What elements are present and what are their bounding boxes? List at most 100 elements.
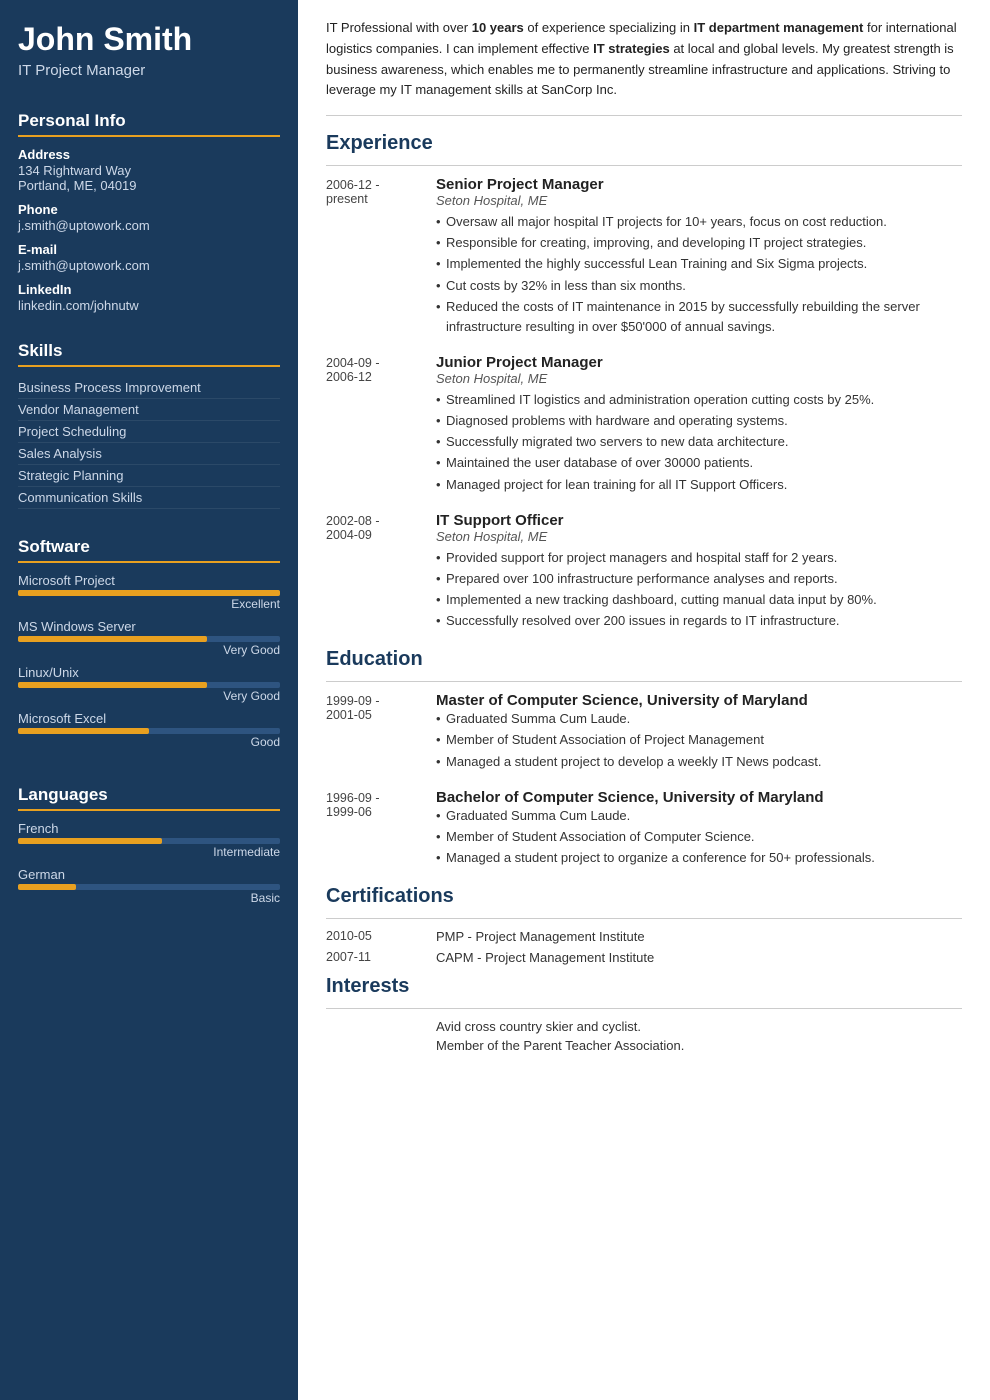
skill-item: Strategic Planning — [18, 465, 280, 487]
software-name: Microsoft Excel — [18, 711, 280, 726]
software-item-mswindows: MS Windows Server Very Good — [18, 619, 280, 657]
education-entry-2: 1996-09 -1999-06 Bachelor of Computer Sc… — [326, 789, 962, 869]
interests-divider — [326, 1008, 962, 1009]
bullet: Graduated Summa Cum Laude. — [436, 806, 962, 826]
phone-label: Phone — [18, 202, 280, 217]
bar-label: Excellent — [18, 597, 280, 611]
bar-fill — [18, 884, 76, 890]
bullet: Implemented the highly successful Lean T… — [436, 254, 962, 274]
entry-bullets: Graduated Summa Cum Laude. Member of Stu… — [436, 709, 962, 771]
experience-title: Experience — [326, 132, 962, 155]
bullet: Reduced the costs of IT maintenance in 2… — [436, 297, 962, 337]
skill-item: Vendor Management — [18, 399, 280, 421]
bar-label: Intermediate — [18, 845, 280, 859]
email-field: E-mail j.smith@uptowork.com — [18, 242, 280, 273]
bar-fill — [18, 728, 149, 734]
email-label: E-mail — [18, 242, 280, 257]
bullet: Implemented a new tracking dashboard, cu… — [436, 590, 962, 610]
bar-fill — [18, 636, 207, 642]
entry-title: Junior Project Manager — [436, 354, 962, 371]
certifications-title: Certifications — [326, 885, 962, 908]
software-section: Software Microsoft Project Excellent MS … — [0, 537, 298, 771]
linkedin-value: linkedin.com/johnutw — [18, 298, 280, 313]
skills-section: Skills Business Process Improvement Vend… — [0, 341, 298, 523]
bullet: Managed project for lean training for al… — [436, 475, 962, 495]
education-section: Education 1999-09 -2001-05 Master of Com… — [326, 648, 962, 869]
bar-fill — [18, 838, 162, 844]
certifications-section: Certifications 2010-05 PMP - Project Man… — [326, 885, 962, 965]
email-value: j.smith@uptowork.com — [18, 258, 280, 273]
entry-date: 2002-08 -2004-09 — [326, 512, 436, 633]
entry-bullets: Graduated Summa Cum Laude. Member of Stu… — [436, 806, 962, 868]
entry-date: 1996-09 -1999-06 — [326, 789, 436, 869]
skill-item: Project Scheduling — [18, 421, 280, 443]
entry-bullets: Streamlined IT logistics and administrat… — [436, 390, 962, 495]
bullet: Successfully resolved over 200 issues in… — [436, 611, 962, 631]
software-name: MS Windows Server — [18, 619, 280, 634]
entry-title: Master of Computer Science, University o… — [436, 692, 962, 709]
bullet: Responsible for creating, improving, and… — [436, 233, 962, 253]
bar-fill — [18, 682, 207, 688]
entry-bullets: Oversaw all major hospital IT projects f… — [436, 212, 962, 337]
bullet: Managed a student project to organize a … — [436, 848, 962, 868]
bullet: Maintained the user database of over 300… — [436, 453, 962, 473]
candidate-name: John Smith — [18, 22, 280, 57]
skills-title: Skills — [18, 341, 280, 367]
resume-container: John Smith IT Project Manager Personal I… — [0, 0, 990, 1400]
skill-item: Business Process Improvement — [18, 377, 280, 399]
address-value: 134 Rightward WayPortland, ME, 04019 — [18, 163, 280, 193]
bar-label: Good — [18, 735, 280, 749]
bar-label: Very Good — [18, 643, 280, 657]
lang-name: German — [18, 867, 280, 882]
entry-date: 2004-09 -2006-12 — [326, 354, 436, 496]
entry-content: Junior Project Manager Seton Hospital, M… — [436, 354, 962, 496]
bar-bg — [18, 682, 280, 688]
entry-date: 2006-12 -present — [326, 176, 436, 338]
entry-title: Bachelor of Computer Science, University… — [436, 789, 962, 806]
address-field: Address 134 Rightward WayPortland, ME, 0… — [18, 147, 280, 193]
software-name: Microsoft Project — [18, 573, 280, 588]
cert-row-2: 2007-11 CAPM - Project Management Instit… — [326, 950, 962, 965]
personal-info-section: Personal Info Address 134 Rightward WayP… — [0, 111, 298, 327]
phone-field: Phone j.smith@uptowork.com — [18, 202, 280, 233]
main-content: IT Professional with over 10 years of ex… — [298, 0, 990, 1400]
interest-item: Avid cross country skier and cyclist. — [436, 1019, 962, 1034]
bullet: Oversaw all major hospital IT projects f… — [436, 212, 962, 232]
cert-date: 2007-11 — [326, 950, 436, 965]
entry-title: Senior Project Manager — [436, 176, 962, 193]
education-divider — [326, 681, 962, 682]
bullet: Diagnosed problems with hardware and ope… — [436, 411, 962, 431]
bullet: Prepared over 100 infrastructure perform… — [436, 569, 962, 589]
software-item-linux: Linux/Unix Very Good — [18, 665, 280, 703]
linkedin-label: LinkedIn — [18, 282, 280, 297]
interest-item: Member of the Parent Teacher Association… — [436, 1038, 962, 1053]
interests-title: Interests — [326, 975, 962, 998]
education-title: Education — [326, 648, 962, 671]
cert-row-1: 2010-05 PMP - Project Management Institu… — [326, 929, 962, 944]
entry-content: Bachelor of Computer Science, University… — [436, 789, 962, 869]
skill-item: Communication Skills — [18, 487, 280, 509]
bullet: Member of Student Association of Compute… — [436, 827, 962, 847]
entry-content: Senior Project Manager Seton Hospital, M… — [436, 176, 962, 338]
experience-section: Experience 2006-12 -present Senior Proje… — [326, 132, 962, 632]
experience-divider — [326, 165, 962, 166]
cert-date: 2010-05 — [326, 929, 436, 944]
bullet: Cut costs by 32% in less than six months… — [436, 276, 962, 296]
personal-info-title: Personal Info — [18, 111, 280, 137]
summary-section: IT Professional with over 10 years of ex… — [326, 18, 962, 116]
entry-content: IT Support Officer Seton Hospital, ME Pr… — [436, 512, 962, 633]
bar-bg — [18, 728, 280, 734]
lang-item-german: German Basic — [18, 867, 280, 905]
cert-name: PMP - Project Management Institute — [436, 929, 645, 944]
experience-entry-3: 2002-08 -2004-09 IT Support Officer Seto… — [326, 512, 962, 633]
lang-item-french: French Intermediate — [18, 821, 280, 859]
bar-bg — [18, 838, 280, 844]
entry-org: Seton Hospital, ME — [436, 371, 962, 386]
bar-bg — [18, 636, 280, 642]
software-item-excel: Microsoft Excel Good — [18, 711, 280, 749]
sidebar: John Smith IT Project Manager Personal I… — [0, 0, 298, 1400]
software-title: Software — [18, 537, 280, 563]
bullet: Graduated Summa Cum Laude. — [436, 709, 962, 729]
bullet: Provided support for project managers an… — [436, 548, 962, 568]
candidate-title: IT Project Manager — [18, 62, 280, 79]
